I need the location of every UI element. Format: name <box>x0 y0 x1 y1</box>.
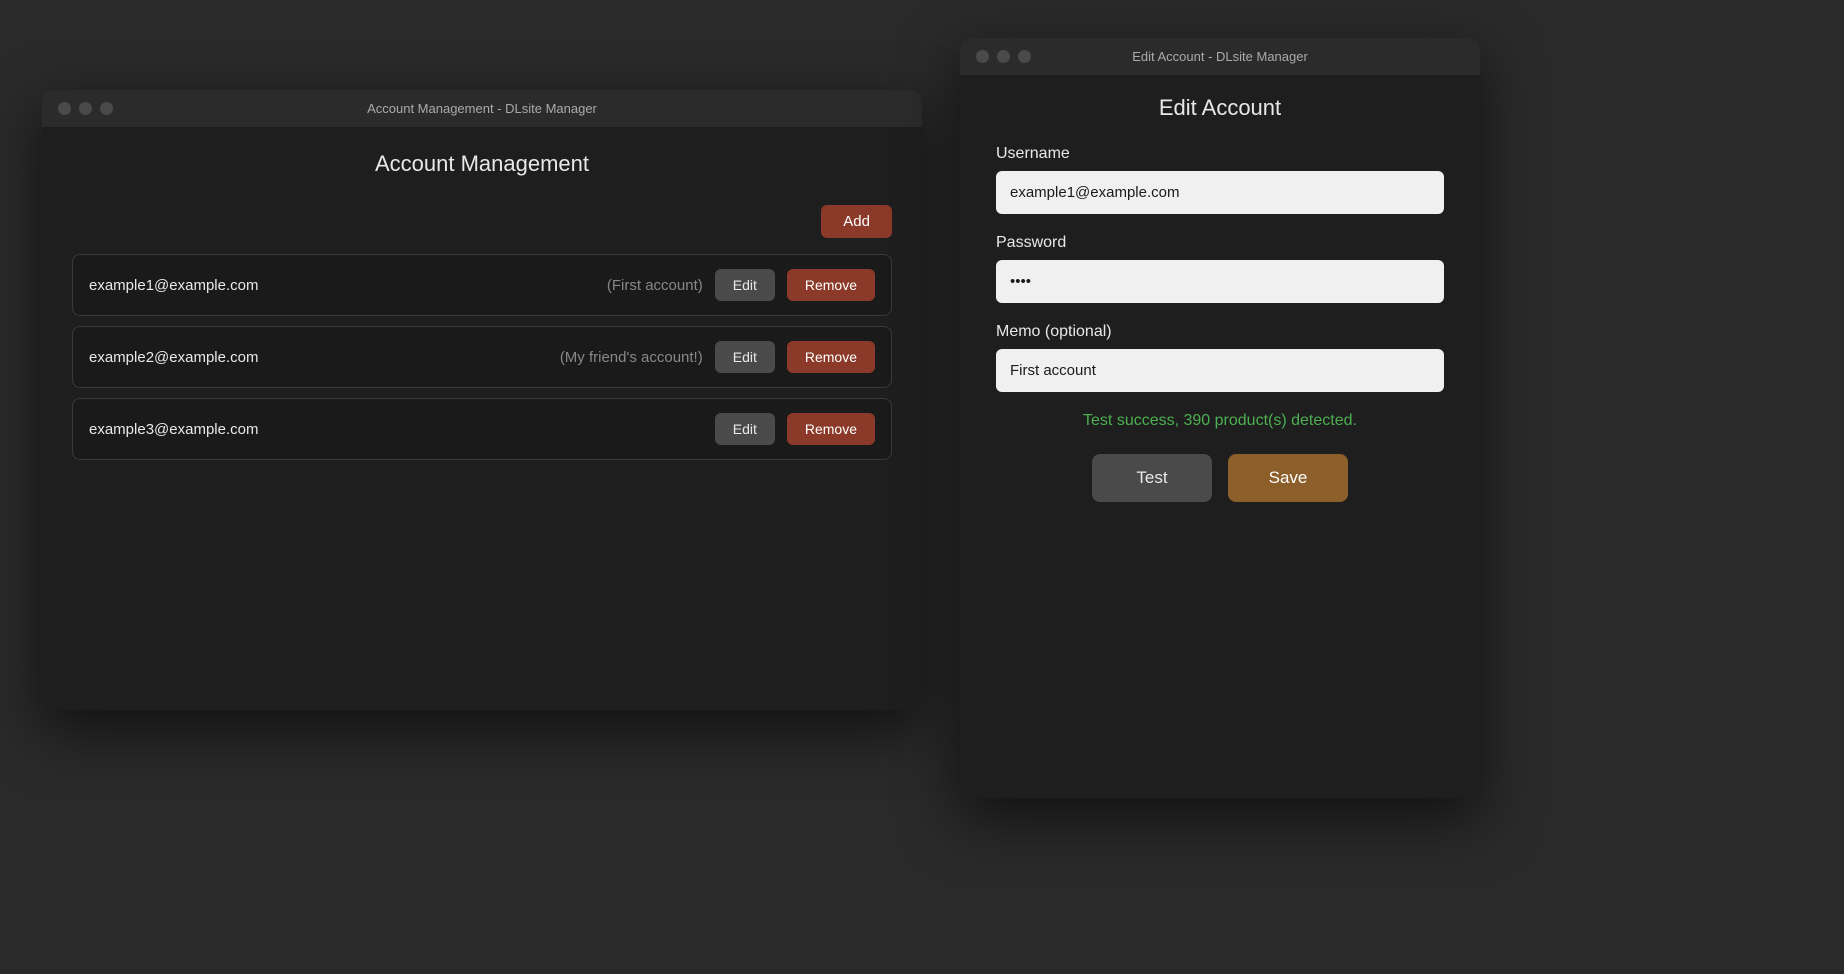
maximize-button[interactable] <box>100 102 113 115</box>
action-buttons: Test Save <box>996 454 1444 502</box>
account-email: example3@example.com <box>89 421 691 438</box>
save-button[interactable]: Save <box>1228 454 1348 502</box>
account-window-titlebar: Account Management - DLsite Manager <box>42 90 922 127</box>
add-button-row: Add <box>72 205 892 238</box>
remove-account-button[interactable]: Remove <box>787 341 875 373</box>
edit-window-title: Edit Account - DLsite Manager <box>1132 49 1308 64</box>
edit-account-button[interactable]: Edit <box>715 269 775 301</box>
password-input[interactable] <box>996 260 1444 303</box>
account-memo: (First account) <box>607 277 703 294</box>
edit-window-titlebar: Edit Account - DLsite Manager <box>960 38 1480 75</box>
account-row: example2@example.com (My friend's accoun… <box>72 326 892 388</box>
account-row: example3@example.com Edit Remove <box>72 398 892 460</box>
maximize-button[interactable] <box>1018 50 1031 63</box>
close-button[interactable] <box>976 50 989 63</box>
minimize-button[interactable] <box>79 102 92 115</box>
add-account-button[interactable]: Add <box>821 205 892 238</box>
account-memo: (My friend's account!) <box>560 349 703 366</box>
edit-account-button[interactable]: Edit <box>715 341 775 373</box>
status-text: Test success, 390 product(s) detected. <box>996 412 1444 430</box>
account-window-title: Account Management - DLsite Manager <box>367 101 597 116</box>
password-field-group: Password <box>996 234 1444 303</box>
account-list: example1@example.com (First account) Edi… <box>72 254 892 460</box>
password-label: Password <box>996 234 1444 252</box>
traffic-lights <box>58 102 113 115</box>
minimize-button[interactable] <box>997 50 1010 63</box>
remove-account-button[interactable]: Remove <box>787 269 875 301</box>
edit-heading: Edit Account <box>996 95 1444 121</box>
memo-field-group: Memo (optional) <box>996 323 1444 392</box>
test-button[interactable]: Test <box>1092 454 1212 502</box>
edit-account-window: Edit Account - DLsite Manager Edit Accou… <box>960 38 1480 798</box>
account-management-window: Account Management - DLsite Manager Acco… <box>42 90 922 710</box>
memo-input[interactable] <box>996 349 1444 392</box>
edit-content: Edit Account Username Password Memo (opt… <box>960 75 1480 532</box>
close-button[interactable] <box>58 102 71 115</box>
account-email: example1@example.com <box>89 277 595 294</box>
account-content: Account Management Add example1@example.… <box>42 127 922 484</box>
traffic-lights <box>976 50 1031 63</box>
username-field-group: Username <box>996 145 1444 214</box>
account-email: example2@example.com <box>89 349 548 366</box>
username-label: Username <box>996 145 1444 163</box>
edit-account-button[interactable]: Edit <box>715 413 775 445</box>
username-input[interactable] <box>996 171 1444 214</box>
memo-label: Memo (optional) <box>996 323 1444 341</box>
account-row: example1@example.com (First account) Edi… <box>72 254 892 316</box>
account-heading: Account Management <box>72 151 892 177</box>
remove-account-button[interactable]: Remove <box>787 413 875 445</box>
